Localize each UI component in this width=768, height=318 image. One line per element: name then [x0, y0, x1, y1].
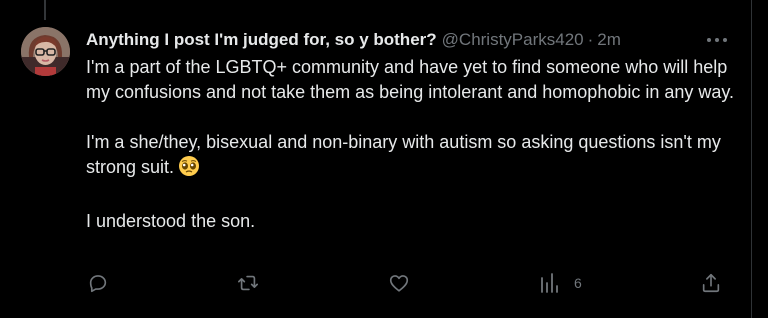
tweet-actions: 6 [0, 270, 752, 296]
header-separator: · [587, 30, 594, 49]
display-name[interactable]: Anything I post I'm judged for, so y bot… [86, 30, 437, 50]
bar-chart-icon [541, 273, 558, 293]
retweet-icon [238, 275, 258, 291]
tweet-header: Anything I post I'm judged for, so y bot… [86, 29, 621, 51]
more-button[interactable] [704, 30, 730, 50]
timestamp[interactable]: 2m [597, 30, 621, 50]
retweet-button[interactable] [236, 270, 260, 296]
reply-icon [89, 275, 107, 293]
heart-icon [389, 275, 409, 292]
views-button[interactable]: 6 [540, 270, 582, 296]
user-handle[interactable]: @ChristyParks420 [442, 30, 584, 50]
reply-button[interactable] [87, 270, 109, 296]
pleading-face-icon [178, 155, 200, 184]
thread-connector-line [44, 0, 46, 20]
tweet-container[interactable]: Anything I post I'm judged for, so y bot… [0, 0, 752, 318]
tweet-paragraph: I'm a part of the LGBTQ+ community and h… [86, 57, 735, 102]
share-button[interactable] [700, 270, 722, 296]
avatar-image [21, 27, 70, 76]
tweet-paragraph: I'm a she/they, bisexual and non-binary … [86, 130, 736, 184]
more-icon [707, 38, 727, 42]
share-icon [702, 273, 720, 293]
avatar[interactable] [21, 27, 70, 76]
view-count: 6 [574, 275, 582, 291]
tweet-text: I'm a part of the LGBTQ+ community and h… [86, 55, 736, 234]
tweet-paragraph: I understood the son. [86, 211, 256, 231]
like-button[interactable] [388, 270, 410, 296]
